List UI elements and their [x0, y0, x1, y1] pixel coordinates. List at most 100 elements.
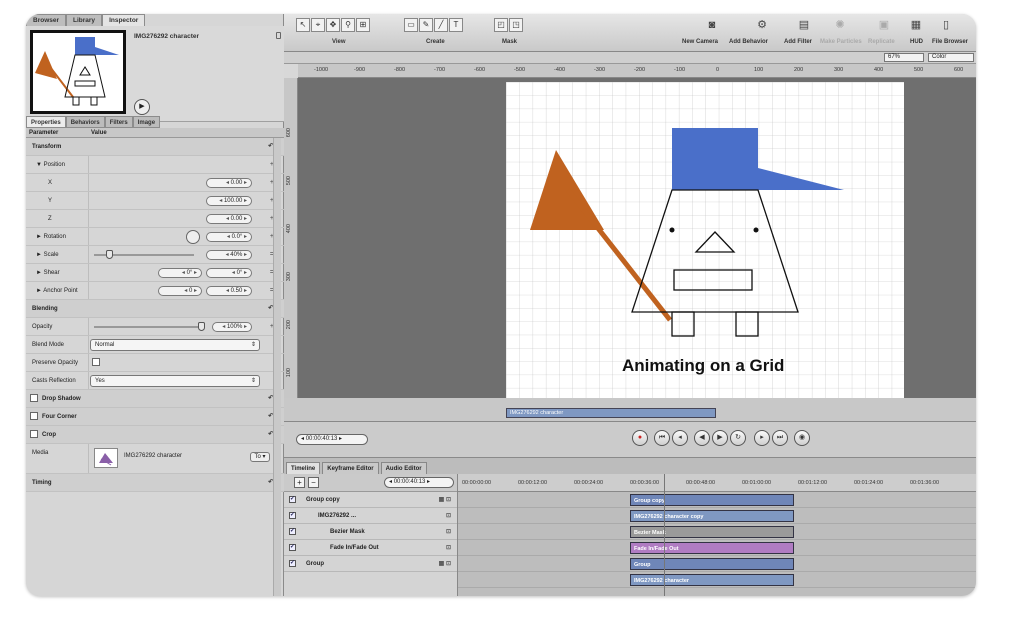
timecode-field[interactable]: ◂ 00:00:40:13 ▸	[296, 434, 368, 445]
file-browser-button[interactable]: File Browser	[932, 39, 968, 45]
bezier-tool-icon[interactable]: ✎	[419, 18, 433, 32]
timeline-timecode-field[interactable]: ◂ 00:00:40:13 ▸	[384, 477, 454, 488]
camera-icon[interactable]: ◙	[704, 18, 720, 32]
tab-behaviors[interactable]: Behaviors	[65, 116, 105, 128]
opacity-slider-track[interactable]	[94, 326, 204, 328]
clip-bar[interactable]: Group copy	[630, 494, 794, 506]
clip-bar[interactable]: IMG276292 character copy	[630, 510, 794, 522]
drop-shadow-checkbox[interactable]	[30, 394, 38, 402]
go-to-end-button[interactable]: ⏭	[772, 430, 788, 446]
clip-bar[interactable]: Fade In/Fade Out	[630, 542, 794, 554]
section-drop-shadow[interactable]: Drop Shadow ↶	[26, 390, 284, 408]
select-arrow-icon[interactable]: ↖	[296, 18, 310, 32]
section-blending[interactable]: Blending ↶	[26, 300, 284, 318]
row-shear[interactable]: ► Shear ◂ 0° ▸ ◂ 0° ▸ =	[26, 264, 284, 282]
shear-x-field[interactable]: ◂ 0° ▸	[158, 268, 202, 278]
opacity-value-field[interactable]: ◂ 100% ▸	[212, 322, 252, 332]
remove-layer-button[interactable]: −	[308, 477, 319, 488]
layer-group-copy[interactable]: ✓ Group copy ▦ ⊡	[284, 492, 457, 508]
hud-icon[interactable]: ▦	[908, 18, 924, 32]
tab-audio-editor[interactable]: Audio Editor	[380, 462, 427, 474]
node-tool-icon[interactable]: ⌖	[311, 18, 325, 32]
layer-checkbox[interactable]: ✓	[289, 544, 296, 551]
lock-icon[interactable]	[276, 32, 281, 39]
mask-bezier-icon[interactable]: ◳	[509, 18, 523, 32]
section-crop[interactable]: Crop ↶	[26, 426, 284, 444]
scale-value-field[interactable]: ◂ 40% ▸	[206, 250, 252, 260]
row-scale[interactable]: ► Scale ◂ 40% ▸ =	[26, 246, 284, 264]
section-transform[interactable]: Transform ↶	[26, 138, 284, 156]
pan-tool-icon[interactable]: ✥	[326, 18, 340, 32]
shear-y-field[interactable]: ◂ 0° ▸	[206, 268, 252, 278]
layer-checkbox[interactable]: ✓	[289, 512, 296, 519]
audio-button[interactable]: ◉	[794, 430, 810, 446]
y-value-field[interactable]: ◂ 100.00 ▸	[206, 196, 252, 206]
rewind-button[interactable]: ◀	[694, 430, 710, 446]
row-anchor-point[interactable]: ► Anchor Point ◂ 0 ▸ ◂ 0.50 ▸ =	[26, 282, 284, 300]
new-camera-button[interactable]: New Camera	[682, 39, 718, 45]
zoom-tool-icon[interactable]: ⚲	[341, 18, 355, 32]
row-rotation[interactable]: ► Rotation ◂ 0.0° ▸ +	[26, 228, 284, 246]
preserve-opacity-checkbox[interactable]	[92, 358, 100, 366]
row-position[interactable]: ▼ Position +	[26, 156, 284, 174]
add-behavior-button[interactable]: Add Behavior	[729, 39, 768, 45]
file-browser-icon[interactable]: ▯	[938, 18, 954, 32]
layer-bezier-mask[interactable]: ✓ Bezier Mask ⊡	[284, 524, 457, 540]
timeline-tracks[interactable]: 00:00:00:00 00:00:12:00 00:00:24:00 00:0…	[458, 474, 976, 596]
tab-browser[interactable]: Browser	[26, 14, 67, 26]
playhead[interactable]	[664, 474, 665, 596]
to-button[interactable]: To ▾	[250, 452, 270, 462]
color-select[interactable]: Color	[928, 53, 974, 62]
anchor-x-field[interactable]: ◂ 0 ▸	[158, 286, 202, 296]
x-value-field[interactable]: ◂ 0.00 ▸	[206, 178, 252, 188]
layer-checkbox[interactable]: ✓	[289, 496, 296, 503]
play-button[interactable]: ▶	[134, 99, 150, 115]
make-particles-button[interactable]: Make Particles	[820, 39, 862, 45]
add-filter-button[interactable]: Add Filter	[784, 39, 812, 45]
tab-inspector[interactable]: Inspector	[102, 14, 146, 26]
row-blend-mode[interactable]: Blend Mode Normal	[26, 336, 284, 354]
particles-icon[interactable]: ✺	[832, 18, 848, 32]
hud-button[interactable]: HUD	[910, 39, 923, 45]
replicate-icon[interactable]: ▣	[876, 18, 892, 32]
inspector-scrollbar[interactable]	[273, 138, 281, 596]
layer-checkbox[interactable]: ✓	[289, 528, 296, 535]
record-button[interactable]: ●	[632, 430, 648, 446]
row-opacity[interactable]: Opacity ◂ 100% ▸ +	[26, 318, 284, 336]
layer-image[interactable]: ✓ IMG276292 ... ⊡	[284, 508, 457, 524]
filter-icon[interactable]: ▤	[796, 18, 812, 32]
mini-clip-bar[interactable]: IMG276292 character	[506, 408, 716, 418]
text-tool-icon[interactable]: T	[449, 18, 463, 32]
tab-image[interactable]: Image	[132, 116, 161, 128]
lock-icon[interactable]: ⊡	[446, 508, 451, 524]
lock-icon[interactable]: ⊡	[446, 540, 451, 556]
step-back-button[interactable]: ◂	[672, 430, 688, 446]
mask-rect-icon[interactable]: ◰	[494, 18, 508, 32]
go-to-start-button[interactable]: ⏮	[654, 430, 670, 446]
opacity-slider-knob[interactable]	[198, 322, 205, 331]
zoom-select[interactable]: 67%	[884, 53, 924, 62]
row-media[interactable]: Media IMG276292 character To ▾	[26, 444, 284, 474]
rotation-dial[interactable]	[186, 230, 200, 244]
section-four-corner[interactable]: Four Corner ↶	[26, 408, 284, 426]
step-forward-button[interactable]: ▸	[754, 430, 770, 446]
lock-icon[interactable]: ⊡	[446, 524, 451, 540]
clip-bar[interactable]: Group	[630, 558, 794, 570]
play-transport-button[interactable]: ▶	[712, 430, 728, 446]
tab-filters[interactable]: Filters	[104, 116, 133, 128]
tab-timeline[interactable]: Timeline	[286, 462, 321, 474]
add-layer-button[interactable]: +	[294, 477, 305, 488]
anchor-y-field[interactable]: ◂ 0.50 ▸	[206, 286, 252, 296]
scale-slider-knob[interactable]	[106, 250, 113, 259]
layer-group[interactable]: ✓ Group ▦ ⊡	[284, 556, 457, 572]
layer-fade[interactable]: ✓ Fade In/Fade Out ⊡	[284, 540, 457, 556]
rotation-value-field[interactable]: ◂ 0.0° ▸	[206, 232, 252, 242]
row-preserve-opacity[interactable]: Preserve Opacity	[26, 354, 284, 372]
layer-checkbox[interactable]: ✓	[289, 560, 296, 567]
row-casts-reflection[interactable]: Casts Reflection Yes	[26, 372, 284, 390]
four-corner-checkbox[interactable]	[30, 412, 38, 420]
gear-icon[interactable]: ⚙	[754, 18, 770, 32]
rectangle-tool-icon[interactable]: ▭	[404, 18, 418, 32]
crop-checkbox[interactable]	[30, 430, 38, 438]
tab-library[interactable]: Library	[66, 14, 103, 26]
